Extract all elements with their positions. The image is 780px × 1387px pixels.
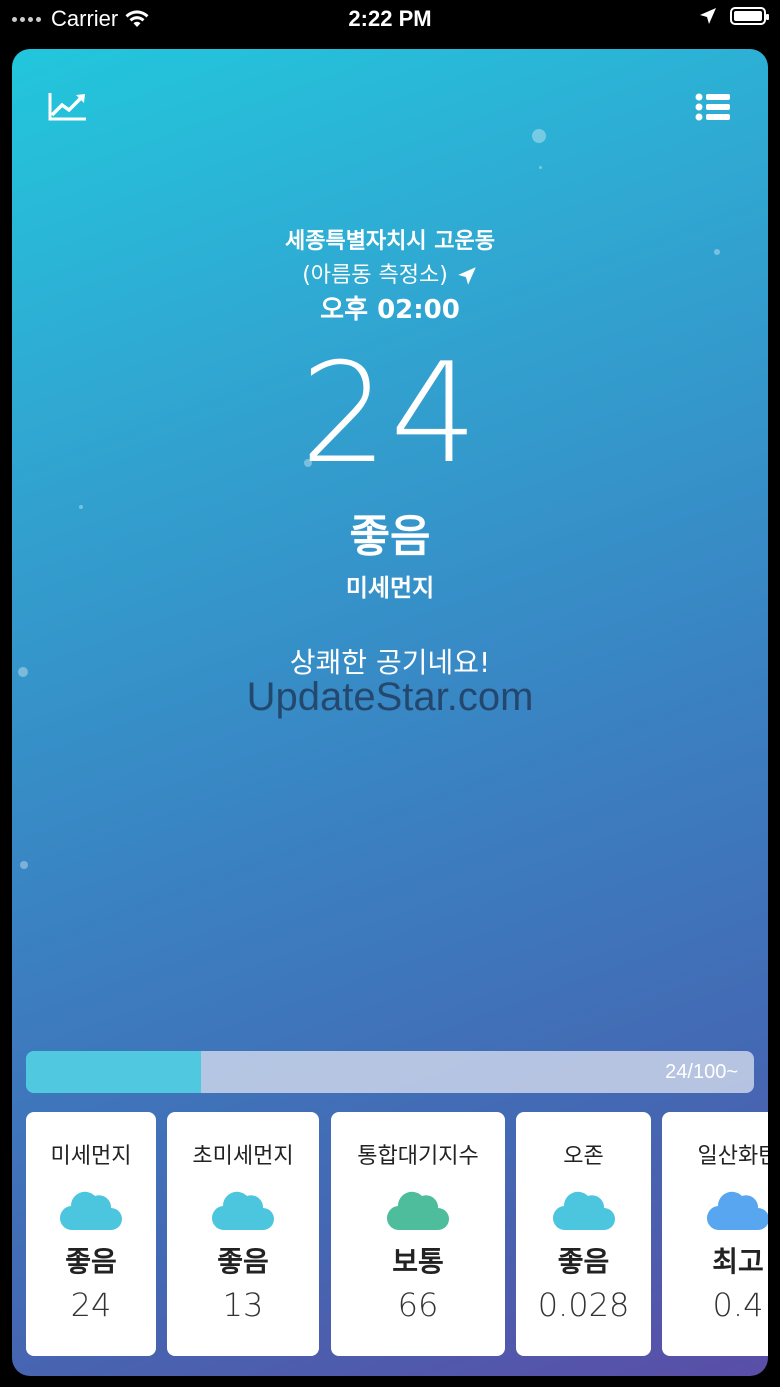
progress-fill — [26, 1051, 201, 1093]
progress-label: 24/100~ — [665, 1061, 738, 1083]
particle-dot — [20, 861, 28, 869]
tile-value: 24 — [70, 1286, 112, 1324]
current-grade: 좋음 — [349, 511, 431, 562]
pollutant-tiles[interactable]: 미세먼지 좋음 24 초미세먼지 좋음 13 통합대기지수 보통 66 오존 좋… — [26, 1112, 768, 1356]
tile-value: 0.028 — [537, 1286, 630, 1324]
tile-ozone[interactable]: 오존 좋음 0.028 — [516, 1112, 651, 1356]
air-quality-panel: 세종특별자치시 고운동 (아름동 측정소) 오후 02:00 24 좋음 미세먼… — [12, 49, 768, 1376]
tile-pm10[interactable]: 미세먼지 좋음 24 — [26, 1112, 156, 1356]
watermark: UpdateStar.com — [246, 675, 534, 719]
station-name: (아름동 측정소) — [302, 263, 448, 288]
location-arrow-icon — [700, 8, 716, 24]
cloud-icon — [59, 1191, 122, 1231]
tile-value: 13 — [222, 1286, 264, 1324]
tile-value: 66 — [397, 1286, 439, 1324]
current-pollutant: 미세먼지 — [345, 574, 435, 602]
tile-grade: 보통 — [392, 1245, 444, 1278]
cloud-icon — [386, 1191, 449, 1231]
status-right — [698, 6, 769, 26]
level-progress-bar: 24/100~ — [26, 1051, 754, 1093]
tile-grade: 좋음 — [65, 1245, 117, 1278]
tile-name: 미세먼지 — [50, 1144, 132, 1169]
tile-grade: 최고 — [712, 1245, 764, 1278]
cloud-icon — [211, 1191, 274, 1231]
tile-co[interactable]: 일산화탄 최고 0.4 — [662, 1112, 768, 1356]
station-row[interactable]: (아름동 측정소) — [302, 259, 478, 293]
tile-grade: 좋음 — [557, 1245, 610, 1278]
cloud-icon — [552, 1191, 615, 1231]
tile-name: 오존 — [563, 1144, 604, 1169]
status-time: 2:22 PM — [348, 6, 432, 31]
location-name: 세종특별자치시 고운동 — [284, 229, 496, 254]
location-arrow-icon — [457, 267, 476, 285]
particle-dot — [532, 129, 546, 143]
measurement-time: 오후 02:00 — [320, 295, 460, 325]
tile-cai[interactable]: 통합대기지수 보통 66 — [331, 1112, 505, 1356]
tile-name: 통합대기지수 — [357, 1144, 479, 1169]
tile-value: 0.4 — [712, 1286, 764, 1324]
current-value: 24 — [300, 333, 480, 494]
location-block: 세종특별자치시 고운동 (아름동 측정소) 오후 02:00 — [12, 225, 768, 327]
battery-icon — [730, 7, 769, 25]
tile-name: 일산화탄 — [697, 1144, 768, 1169]
status-bar: Carrier 2:22 PM — [0, 0, 780, 40]
list-menu-icon[interactable] — [690, 89, 734, 125]
tile-grade: 좋음 — [217, 1245, 269, 1278]
tile-pm25[interactable]: 초미세먼지 좋음 13 — [167, 1112, 319, 1356]
particle-dot — [539, 166, 542, 169]
cloud-icon — [707, 1191, 768, 1231]
trend-chart-icon[interactable] — [46, 89, 90, 125]
tile-name: 초미세먼지 — [192, 1144, 294, 1169]
